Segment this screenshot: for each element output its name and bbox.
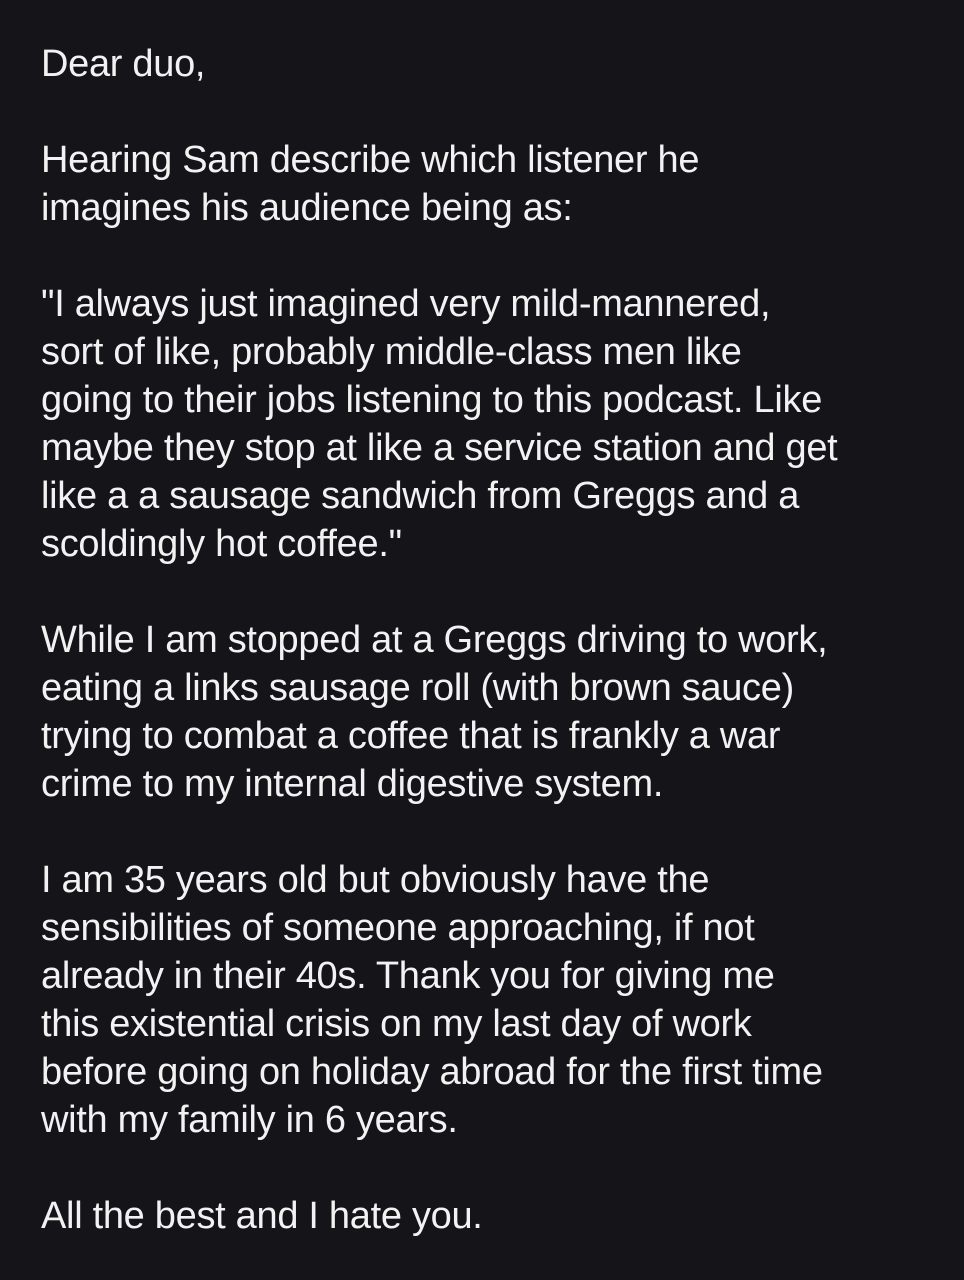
text-line: eating a links sausage roll (with brown … [41,667,794,709]
text-line: trying to combat a coffee that is frankl… [41,715,781,757]
text-line: before going on holiday abroad for the f… [41,1051,823,1093]
text-line: already in their 40s. Thank you for givi… [41,955,775,997]
signoff-line: All the best and I hate you. [41,1195,483,1237]
letter-greeting: Dear duo, [41,40,934,88]
text-line: scoldingly hot coffee." [41,523,402,565]
text-line: I am 35 years old but obviously have the [41,859,710,901]
paragraph-intro: Hearing Sam describe which listener he i… [41,136,934,232]
text-line: Hearing Sam describe which listener he [41,139,700,181]
paragraph-age: I am 35 years old but obviously have the… [41,856,934,1144]
text-line: crime to my internal digestive system. [41,763,664,805]
paragraph-greggs: While I am stopped at a Greggs driving t… [41,616,934,808]
letter-page: Dear duo, Hearing Sam describe which lis… [0,0,964,1280]
text-line: sensibilities of someone approaching, if… [41,907,755,949]
greeting-line: Dear duo, [41,43,206,85]
text-line: like a a sausage sandwich from Greggs an… [41,475,800,517]
text-line: going to their jobs listening to this po… [41,379,823,421]
text-line: this existential crisis on my last day o… [41,1003,752,1045]
text-line: While I am stopped at a Greggs driving t… [41,619,828,661]
text-line: sort of like, probably middle-class men … [41,331,742,373]
text-line: imagines his audience being as: [41,187,573,229]
paragraph-quote: "I always just imagined very mild-manner… [41,280,934,568]
text-line: with my family in 6 years. [41,1099,458,1141]
text-line: "I always just imagined very mild-manner… [41,283,771,325]
letter-signoff: All the best and I hate you. [41,1192,934,1240]
text-line: maybe they stop at like a service statio… [41,427,838,469]
